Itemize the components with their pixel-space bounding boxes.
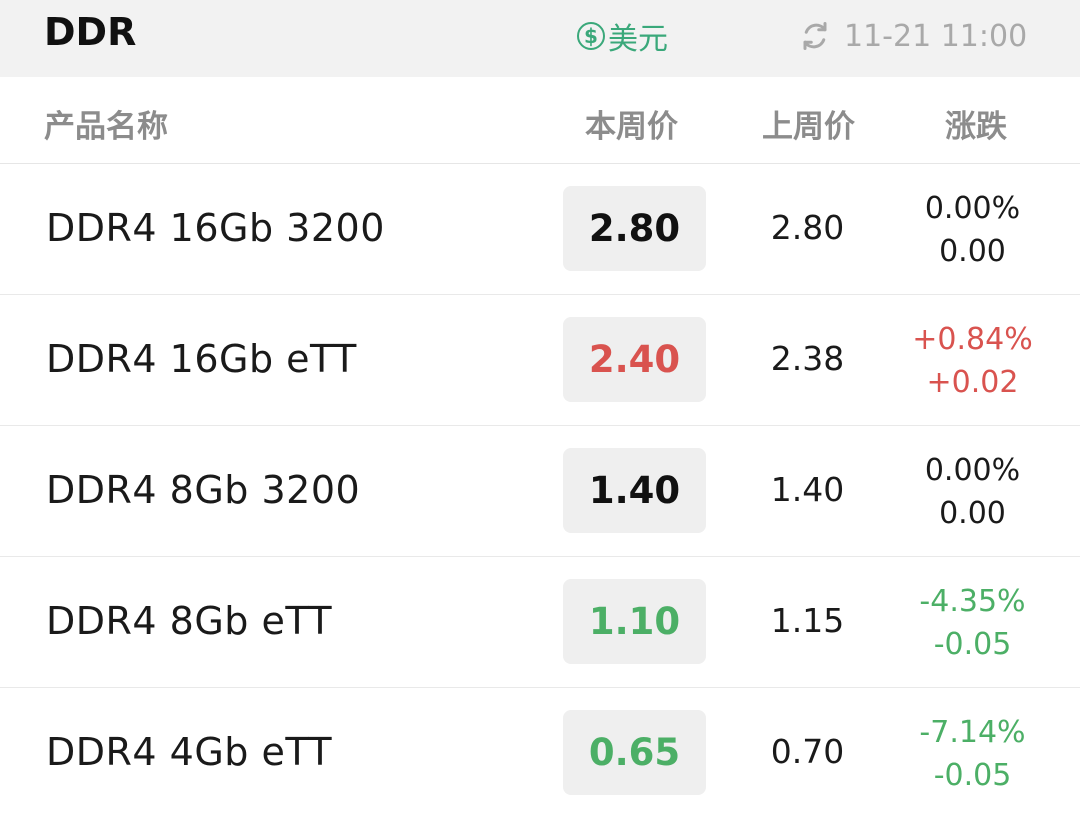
table-row[interactable]: DDR4 16Gb 3200 2.80 2.80 0.00% 0.00: [0, 164, 1080, 295]
change-cell: 0.00% 0.00: [900, 187, 1045, 273]
product-name: DDR4 8Gb 3200: [46, 468, 361, 512]
change-cell: -7.14% -0.05: [900, 711, 1045, 797]
product-name: DDR4 8Gb eTT: [46, 599, 333, 643]
column-header-current[interactable]: 本周价: [585, 101, 678, 146]
refresh-icon: [803, 22, 827, 50]
change-absolute: -0.05: [933, 627, 1012, 662]
table-row[interactable]: DDR4 4Gb eTT 0.65 0.70 -7.14% -0.05: [0, 688, 1080, 819]
change-percent: +0.84%: [912, 322, 1033, 357]
previous-price: 2.80: [770, 208, 845, 247]
currency-selector[interactable]: $ 美元: [577, 16, 668, 57]
column-header-change[interactable]: 涨跌: [945, 101, 1007, 146]
previous-price: 2.38: [770, 339, 845, 378]
page-title: DDR: [44, 10, 137, 54]
current-price: 1.40: [563, 448, 706, 533]
currency-label: 美元: [608, 22, 668, 57]
product-name: DDR4 16Gb 3200: [46, 206, 385, 250]
previous-price: 0.70: [770, 732, 845, 771]
change-cell: -4.35% -0.05: [900, 580, 1045, 666]
change-percent: 0.00%: [924, 453, 1021, 488]
table-row[interactable]: DDR4 8Gb eTT 1.10 1.15 -4.35% -0.05: [0, 557, 1080, 688]
top-bar: DDR $ 美元 11-21 11:00: [0, 0, 1080, 77]
previous-price: 1.15: [770, 601, 845, 640]
current-price: 0.65: [563, 710, 706, 795]
change-absolute: +0.02: [926, 365, 1019, 400]
change-absolute: -0.05: [933, 758, 1012, 793]
current-price: 1.10: [563, 579, 706, 664]
change-percent: 0.00%: [924, 191, 1021, 226]
refresh-control[interactable]: 11-21 11:00: [800, 16, 1027, 56]
current-price: 2.80: [563, 186, 706, 271]
previous-price: 1.40: [770, 470, 845, 509]
table-header: 产品名称 本周价 上周价 涨跌: [0, 77, 1080, 164]
change-percent: -7.14%: [919, 715, 1026, 750]
change-absolute: 0.00: [939, 496, 1006, 531]
column-header-name[interactable]: 产品名称: [44, 101, 168, 146]
change-absolute: 0.00: [939, 234, 1006, 269]
current-price: 2.40: [563, 317, 706, 402]
table-row[interactable]: DDR4 8Gb 3200 1.40 1.40 0.00% 0.00: [0, 426, 1080, 557]
change-percent: -4.35%: [919, 584, 1026, 619]
change-cell: +0.84% +0.02: [900, 318, 1045, 404]
column-header-previous[interactable]: 上周价: [762, 101, 855, 146]
change-cell: 0.00% 0.00: [900, 449, 1045, 535]
dollar-circle-icon: $: [577, 22, 605, 50]
product-name: DDR4 16Gb eTT: [46, 337, 357, 381]
update-timestamp: 11-21 11:00: [844, 18, 1028, 54]
product-name: DDR4 4Gb eTT: [46, 730, 333, 774]
table-row[interactable]: DDR4 16Gb eTT 2.40 2.38 +0.84% +0.02: [0, 295, 1080, 426]
